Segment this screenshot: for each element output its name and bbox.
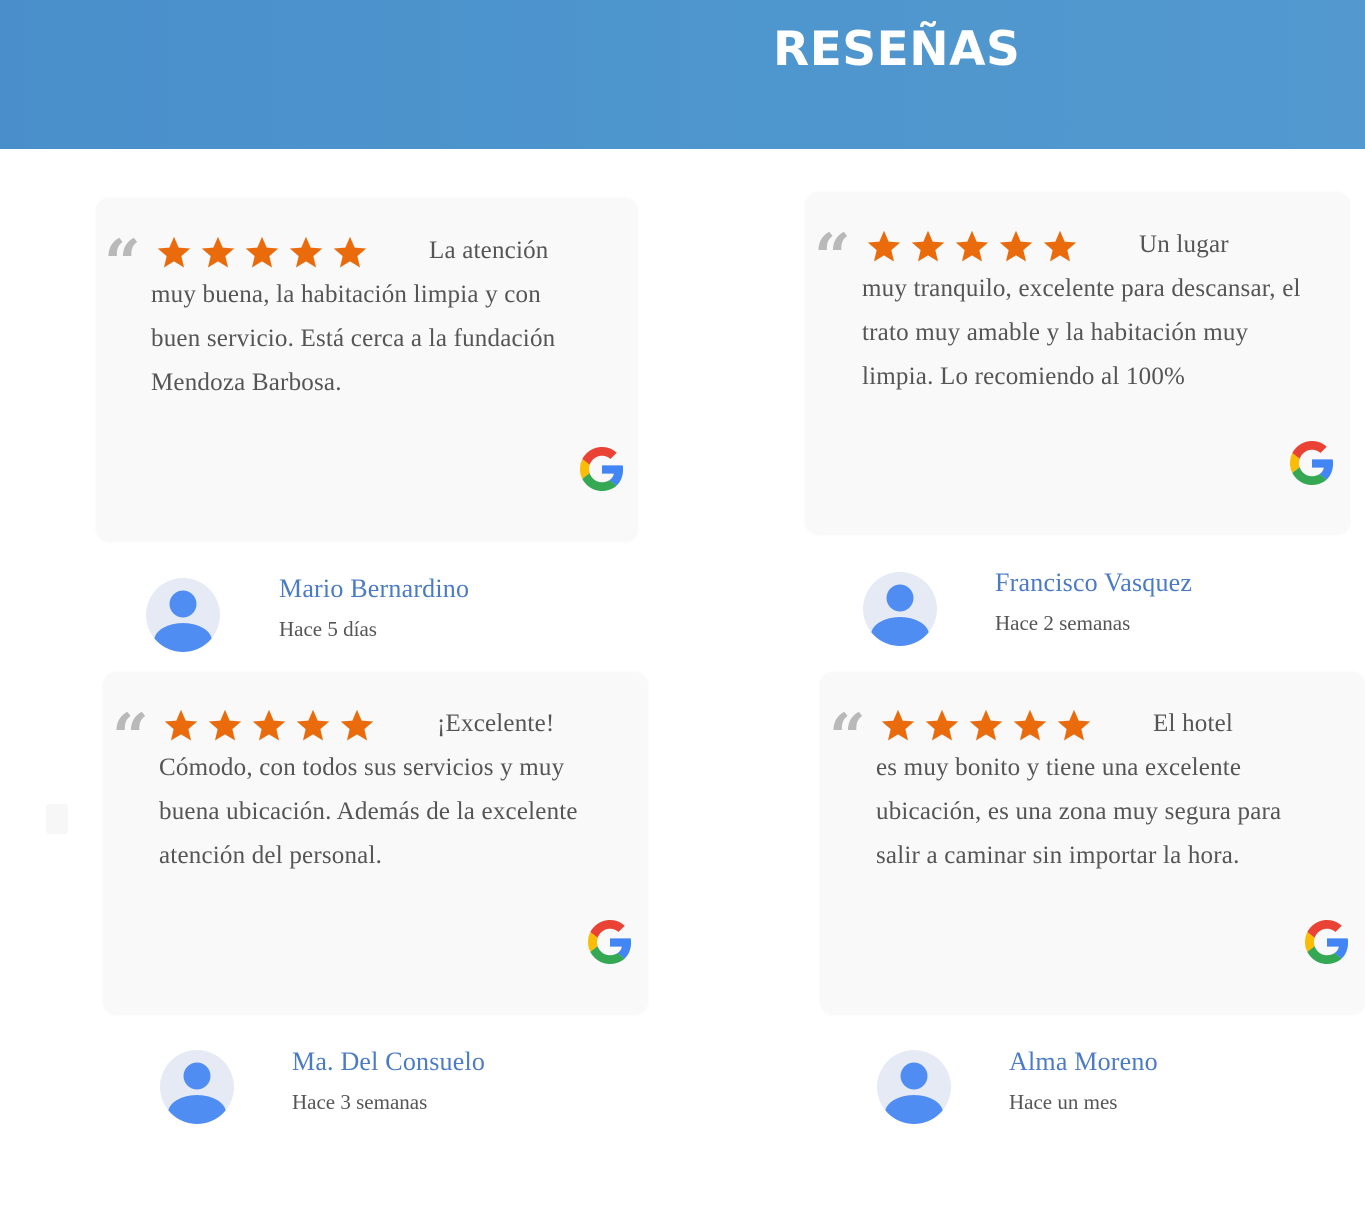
star-rating — [156, 235, 368, 271]
star-icon — [866, 229, 902, 265]
star-icon — [251, 708, 287, 744]
review-time: Hace 2 semanas — [995, 611, 1131, 635]
star-rating — [866, 229, 1078, 265]
star-icon — [880, 708, 916, 744]
star-icon — [200, 235, 236, 271]
quote-icon: “ — [104, 226, 141, 301]
user-avatar-icon — [160, 1050, 234, 1124]
user-avatar-icon — [877, 1050, 951, 1124]
star-icon — [1056, 708, 1092, 744]
user-avatar-icon — [146, 578, 220, 652]
google-icon — [588, 920, 632, 964]
review-text: Cómodo, con todos sus servicios y muy bu… — [159, 754, 578, 869]
star-icon — [295, 708, 331, 744]
google-icon — [1290, 441, 1334, 485]
star-icon — [924, 708, 960, 744]
review-text: muy tranquilo, excelente para descansar,… — [862, 275, 1301, 390]
review-first-line: La atención — [429, 237, 549, 264]
google-icon — [1305, 920, 1349, 964]
star-icon — [910, 229, 946, 265]
quote-icon: “ — [829, 700, 866, 775]
review-time: Hace un mes — [1009, 1090, 1118, 1114]
star-rating — [163, 708, 375, 744]
faded-decoration — [46, 804, 68, 834]
quote-icon: “ — [112, 700, 149, 775]
review-text: muy buena, la habitación limpia y con bu… — [151, 281, 556, 396]
star-icon — [339, 708, 375, 744]
star-icon — [207, 708, 243, 744]
star-icon — [244, 235, 280, 271]
review-time: Hace 3 semanas — [292, 1090, 428, 1114]
reviewer-name[interactable]: Francisco Vasquez — [995, 568, 1192, 598]
review-first-line: ¡Excelente! — [437, 710, 555, 737]
review-first-line: Un lugar — [1139, 231, 1229, 258]
header-banner: RESEÑAS — [0, 0, 1365, 149]
review-time: Hace 5 días — [279, 617, 377, 641]
reviewer-name[interactable]: Alma Moreno — [1009, 1047, 1158, 1077]
review-text: es muy bonito y tiene una excelente ubic… — [876, 754, 1282, 869]
star-icon — [954, 229, 990, 265]
star-icon — [998, 229, 1034, 265]
reviewer-name[interactable]: Ma. Del Consuelo — [292, 1047, 485, 1077]
page-title: RESEÑAS — [773, 22, 1021, 77]
user-avatar-icon — [863, 572, 937, 646]
star-icon — [163, 708, 199, 744]
star-icon — [156, 235, 192, 271]
star-icon — [1042, 229, 1078, 265]
star-icon — [968, 708, 1004, 744]
quote-icon: “ — [814, 220, 851, 295]
reviewer-name[interactable]: Mario Bernardino — [279, 574, 469, 604]
review-first-line: El hotel — [1153, 710, 1234, 737]
star-icon — [1012, 708, 1048, 744]
star-icon — [332, 235, 368, 271]
star-icon — [288, 235, 324, 271]
google-icon — [580, 447, 624, 491]
star-rating — [880, 708, 1092, 744]
